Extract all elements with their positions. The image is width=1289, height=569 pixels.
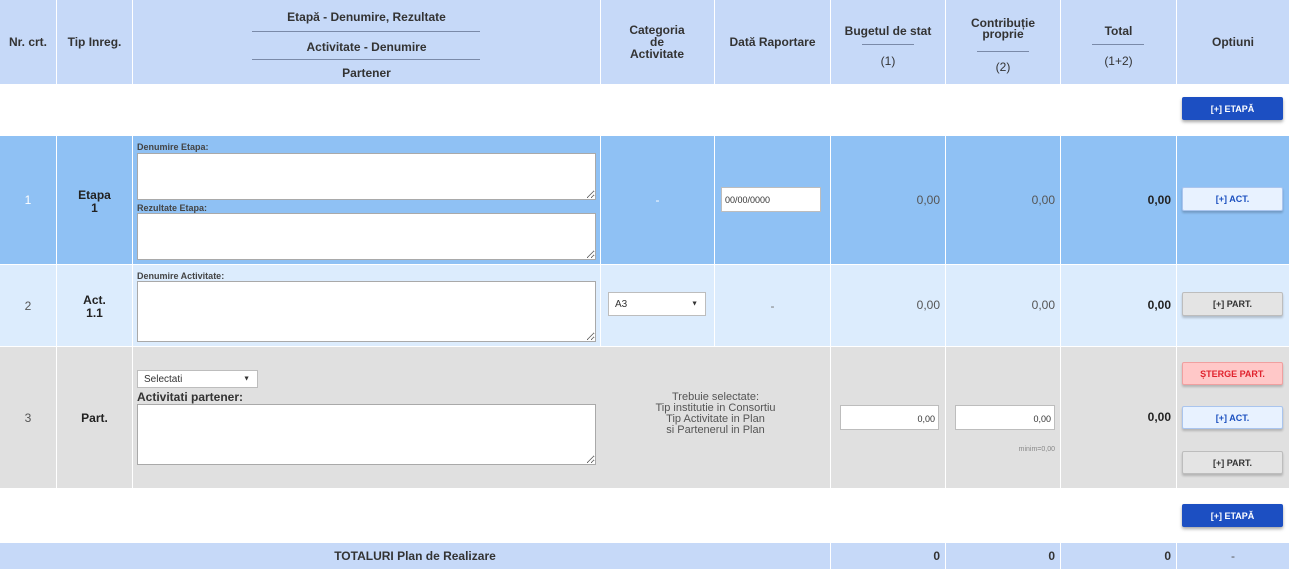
contributie-min-hint: minim=0,00 [1018,446,1055,453]
categoria-select-value: A3 [615,298,628,310]
add-activitate-button[interactable]: [+] ACT. [1182,187,1283,211]
header-contributie: Contribuție proprie [970,16,1036,42]
contributie-value: 0,00 [1031,298,1055,312]
row-divider [830,347,831,488]
row-number: 3 [24,410,32,425]
header-rule [862,44,914,45]
data-raportare-input[interactable]: 00/00/0000 [721,187,821,212]
add-partener-button[interactable]: [+] PART. [1182,292,1283,316]
header-divider [830,0,831,84]
totals-contributie: 0 [1048,549,1055,563]
row-divider [132,265,133,346]
header-rule [252,31,480,32]
partener-info-text: Trebuie selectate: Tip institutie in Con… [601,392,830,436]
sterge-partener-button[interactable]: ȘTERGE PART. [1182,362,1283,385]
buget-value: 0,00 [916,193,940,207]
totals-optiuni: - [1231,549,1235,563]
row-divider [1176,347,1177,488]
add-etapa-button[interactable]: [+] ETAPĂ [1182,97,1283,120]
row-type-line1: Act. [83,293,106,307]
partener-select[interactable]: Selectati ▼ [137,370,258,388]
chevron-down-icon: ▼ [691,300,698,308]
denumire-activitate-label: Denumire Activitate: [137,271,225,281]
header-total: Total [1061,24,1176,38]
chevron-down-icon: ▼ [243,375,250,383]
header-etapa-denumire: Etapă - Denumire, Rezultate [133,10,600,24]
header-data-raportare: Dată Raportare [715,0,830,84]
denumire-etapa-textarea[interactable] [137,153,596,200]
header-nr-crt: Nr. crt. [0,0,56,84]
contributie-input[interactable]: 0,00 [955,405,1055,430]
row-divider [1176,265,1177,346]
rezultate-etapa-label: Rezultate Etapa: [137,203,208,213]
header-contributie-index: (2) [946,60,1060,74]
denumire-activitate-textarea[interactable] [137,281,596,342]
totals-label: TOTALURI Plan de Realizare [334,549,496,563]
contributie-value: 0,00 [1031,193,1055,207]
buget-input[interactable]: 0,00 [840,405,939,430]
header-optiuni: Optiuni [1177,0,1289,84]
row-divider [714,136,715,264]
categoria-value: - [655,193,660,207]
partener-select-value: Selectati [144,373,183,385]
header-tip-inreg: Tip Inreg. [57,0,132,84]
totals-buget: 0 [933,549,940,563]
header-partener: Partener [133,66,600,80]
totals-total: 0 [1164,549,1171,563]
header-divider [1060,0,1061,84]
row-divider [132,136,133,264]
activitati-partener-textarea[interactable] [137,404,596,465]
denumire-etapa-label: Denumire Etapa: [137,142,209,152]
row-number: 1 [24,193,32,207]
total-value: 0,00 [1147,193,1171,207]
add-partener-button[interactable]: [+] PART. [1182,451,1283,474]
header-rule [977,51,1029,52]
header-activitate-denumire: Activitate - Denumire [133,40,600,54]
row-type-line2: 1.1 [86,306,103,320]
row-type-line1: Etapa [78,188,111,202]
header-rule [252,59,480,60]
buget-value: 0,00 [916,298,940,312]
row-divider [132,347,133,488]
add-etapa-button-bottom[interactable]: [+] ETAPĂ [1182,504,1283,527]
add-activitate-button[interactable]: [+] ACT. [1182,406,1283,429]
header-categoria: Categoria de Activitate [622,24,692,60]
header-buget-stat: Bugetul de stat [831,24,945,38]
data-raportare-value: - [770,298,775,313]
row-divider [945,347,946,488]
row-type: Part. [81,410,108,425]
row-type-line2: 1 [91,201,98,215]
header-total-index: (1+2) [1061,54,1176,68]
header-divider [600,0,601,84]
row-divider [1176,136,1177,264]
row-number: 2 [24,298,32,313]
header-rule [1092,44,1144,45]
header-buget-index: (1) [831,54,945,68]
rezultate-etapa-textarea[interactable] [137,213,596,260]
activitati-partener-label: Activitati partener: [137,390,244,404]
row-divider [600,265,601,346]
total-value: 0,00 [1147,410,1171,424]
categoria-select[interactable]: A3 ▼ [608,292,706,316]
info-line: si Partenerul in Plan [666,424,765,436]
total-value: 0,00 [1147,298,1171,312]
